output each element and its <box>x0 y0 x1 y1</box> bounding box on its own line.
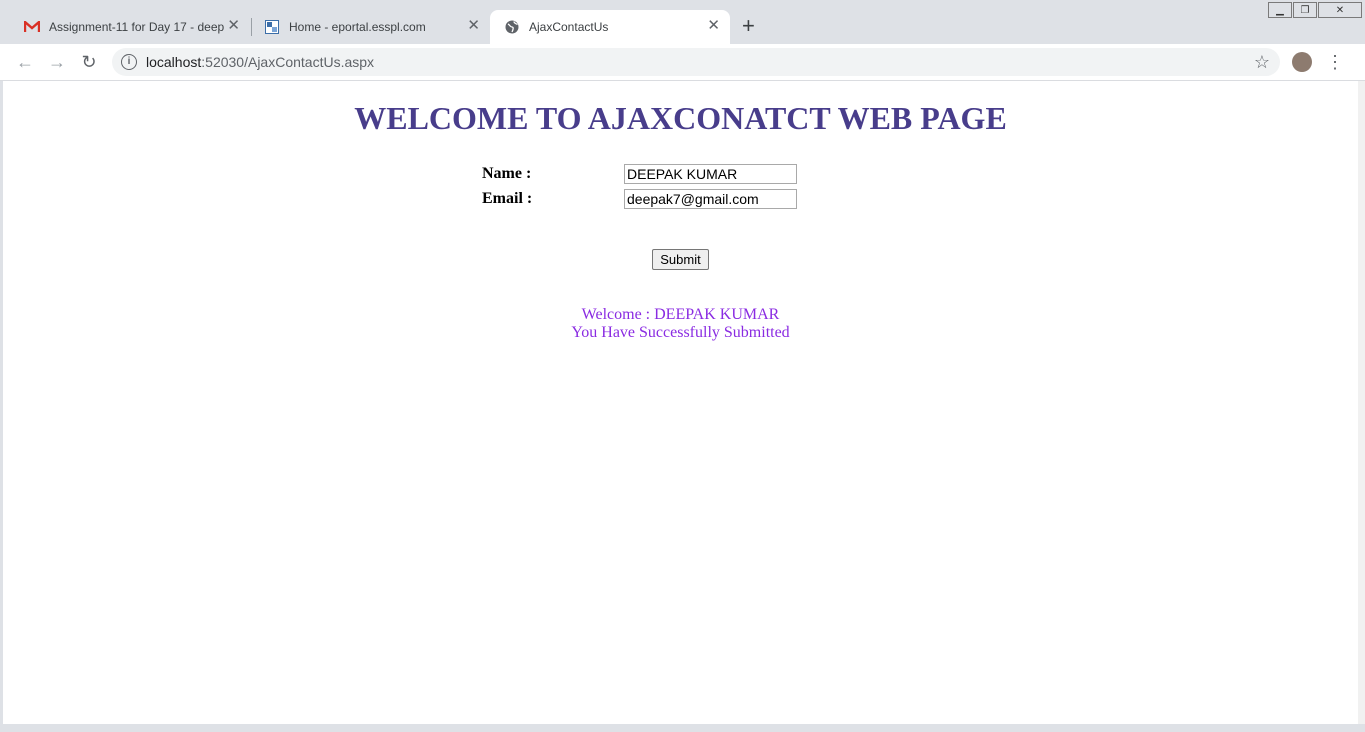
site-icon <box>264 19 280 35</box>
globe-icon <box>504 19 520 35</box>
new-tab-icon[interactable]: + <box>742 15 755 37</box>
url-text: localhost:52030/AjaxContactUs.aspx <box>146 48 374 76</box>
tab-gmail[interactable]: Assignment-11 for Day 17 - deep ✕ <box>10 10 250 44</box>
url-host: localhost <box>146 54 202 70</box>
forward-icon[interactable]: → <box>46 51 68 73</box>
profile-avatar[interactable] <box>1292 52 1312 72</box>
taskbar-edge <box>0 724 1365 732</box>
close-icon[interactable]: ✕ <box>227 18 240 34</box>
menu-kebab-icon[interactable]: ⋮ <box>1326 51 1344 73</box>
address-bar[interactable]: i localhost:52030/AjaxContactUs.aspx ☆ <box>112 48 1280 76</box>
page-scrollbar[interactable] <box>1358 81 1365 724</box>
gmail-icon <box>24 19 40 35</box>
close-icon[interactable]: ✕ <box>467 18 480 34</box>
tab-strip: Assignment-11 for Day 17 - deep ✕ Home -… <box>0 0 1365 44</box>
back-icon[interactable]: ← <box>14 51 36 73</box>
name-input[interactable] <box>624 164 797 184</box>
tab-title: Home - eportal.esspl.com <box>289 20 426 34</box>
submit-button[interactable]: Submit <box>652 249 709 270</box>
browser-window: Assignment-11 for Day 17 - deep ✕ Home -… <box>0 0 1365 732</box>
browser-toolbar: ← → ↻ i localhost:52030/AjaxContactUs.as… <box>0 44 1365 81</box>
success-message: You Have Successfully Submitted <box>571 324 790 341</box>
page-title: WELCOME TO AJAXCONATCT WEB PAGE <box>354 100 1007 136</box>
email-input[interactable] <box>624 189 797 209</box>
url-path: :52030/AjaxContactUs.aspx <box>201 54 375 70</box>
tab-title: AjaxContactUs <box>529 20 609 34</box>
welcome-message: Welcome : DEEPAK KUMAR <box>581 306 780 323</box>
bookmark-star-icon[interactable]: ☆ <box>1254 48 1270 76</box>
close-window-icon[interactable]: ✕ <box>1318 2 1362 18</box>
email-label: Email : <box>482 190 533 207</box>
minimize-icon[interactable]: ▁ <box>1268 2 1292 18</box>
page-viewport: WELCOME TO AJAXCONATCT WEB PAGE Name : E… <box>3 81 1358 724</box>
reload-icon[interactable]: ↻ <box>78 51 100 73</box>
tab-title: Assignment-11 for Day 17 - deep <box>49 20 225 34</box>
name-label: Name : <box>482 165 532 182</box>
info-icon[interactable]: i <box>121 54 137 70</box>
window-controls: ▁ ❐ ✕ <box>1267 2 1362 20</box>
restore-icon[interactable]: ❐ <box>1293 2 1317 18</box>
tab-ajaxcontactus[interactable]: AjaxContactUs ✕ <box>490 10 730 44</box>
close-icon[interactable]: ✕ <box>707 18 720 34</box>
tab-eportal[interactable]: Home - eportal.esspl.com ✕ <box>250 10 490 44</box>
